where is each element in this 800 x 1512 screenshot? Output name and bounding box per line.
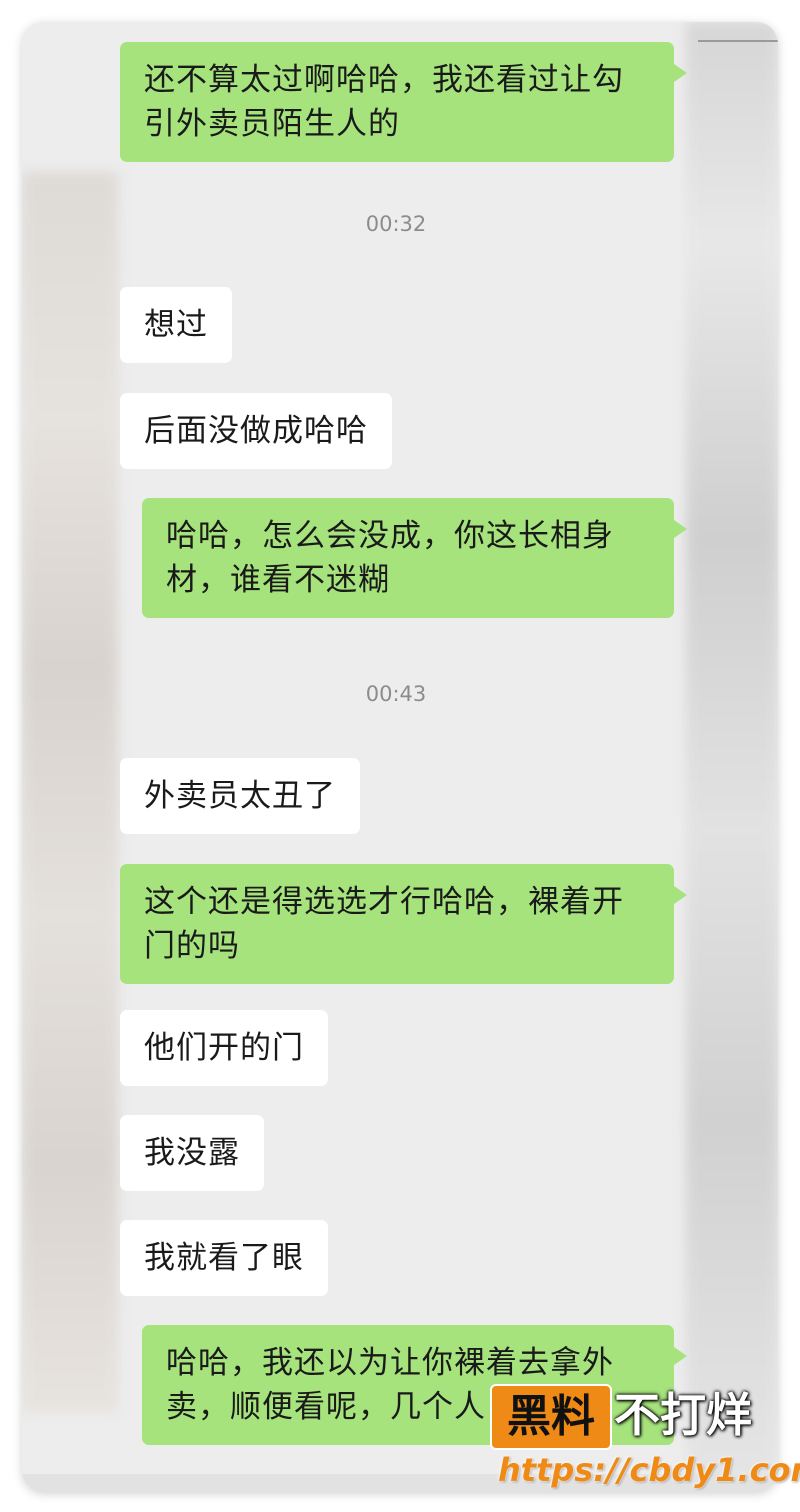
- incoming-message[interactable]: 他们开的门: [120, 1010, 328, 1086]
- incoming-message[interactable]: 想过: [120, 287, 232, 363]
- blurred-right-edge: [686, 22, 778, 1492]
- message-timestamp: 00:32: [365, 212, 427, 236]
- incoming-message[interactable]: 后面没做成哈哈: [120, 393, 392, 469]
- message-timestamp: 00:43: [365, 682, 427, 706]
- incoming-message[interactable]: 我就看了眼: [120, 1220, 328, 1296]
- watermark-url: https://cbdy1.com: [498, 1451, 800, 1489]
- outgoing-message[interactable]: 还不算太过啊哈哈，我还看过让勾引外卖员陌生人的: [120, 42, 687, 162]
- watermark: 黑料 不打烊 https://cbdy1.com: [490, 1384, 800, 1494]
- incoming-message[interactable]: 外卖员太丑了: [120, 758, 360, 834]
- outgoing-message[interactable]: 这个还是得选选才行哈哈，裸着开门的吗: [120, 864, 687, 984]
- outgoing-message[interactable]: 哈哈，怎么会没成，你这长相身材，谁看不迷糊: [142, 498, 687, 618]
- chat-window: 还不算太过啊哈哈，我还看过让勾引外卖员陌生人的 00:32 想过 后面没做成哈哈…: [22, 22, 778, 1492]
- blurred-left-edge: [22, 172, 118, 1412]
- watermark-brand-text: 不打烊: [614, 1388, 752, 1442]
- watermark-brand-box: 黑料: [490, 1384, 612, 1450]
- incoming-message[interactable]: 我没露: [120, 1115, 264, 1191]
- divider: [698, 40, 778, 42]
